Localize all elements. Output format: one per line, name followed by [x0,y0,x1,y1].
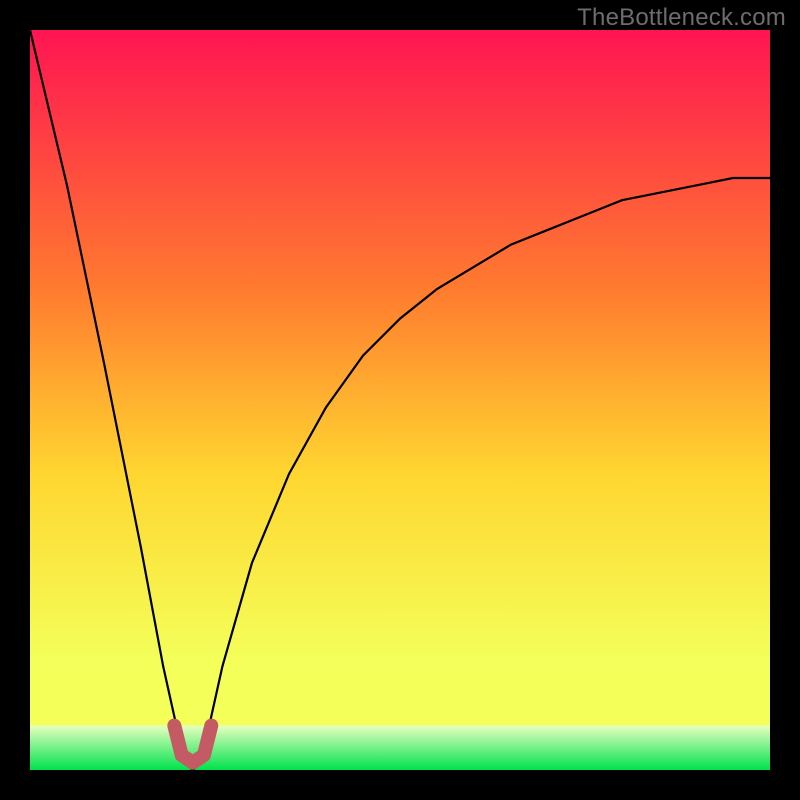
gradient-background [30,30,770,770]
chart-frame: TheBottleneck.com [0,0,800,800]
plot-area [30,30,770,770]
watermark-text: TheBottleneck.com [577,4,786,32]
chart-svg [30,30,770,770]
